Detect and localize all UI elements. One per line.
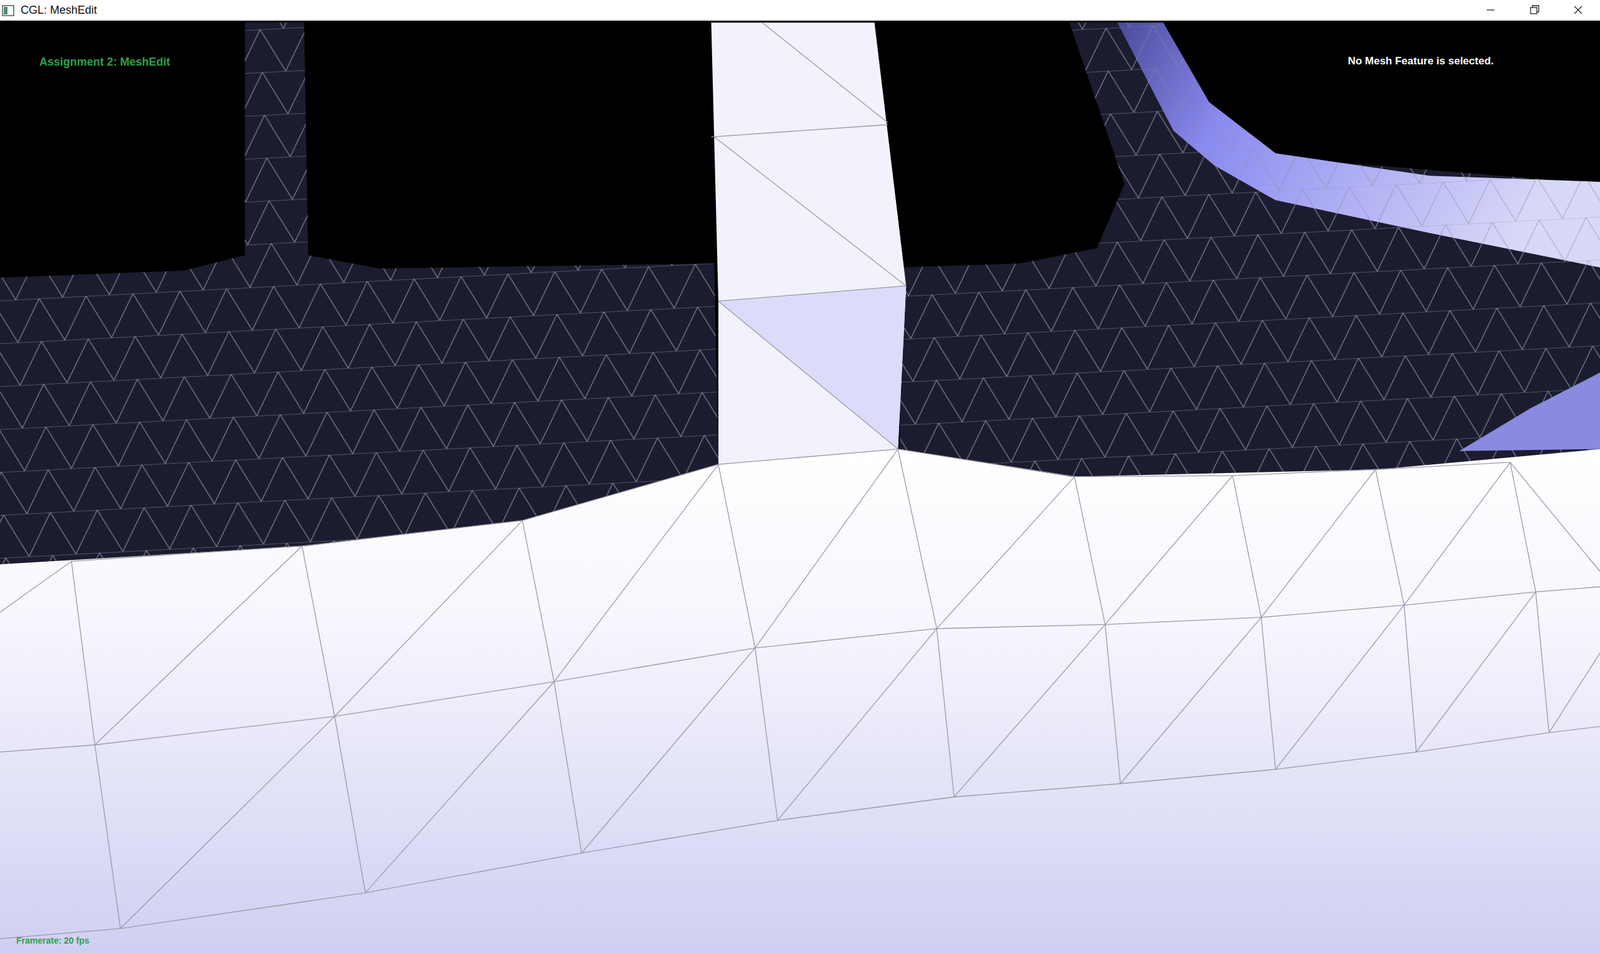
restore-icon[interactable]: [1512, 0, 1557, 21]
assignment-heading: Assignment 2: MeshEdit: [39, 55, 171, 69]
mesh-render: [0, 20, 1600, 953]
close-icon[interactable]: [1556, 0, 1600, 21]
mesh-viewport[interactable]: Assignment 2: MeshEdit No Mesh Feature i…: [0, 20, 1600, 953]
title-bar: CGL: MeshEdit: [0, 0, 1600, 21]
app-window: CGL: MeshEdit Assignment 2: MeshEdit No …: [0, 0, 1600, 953]
minimize-icon[interactable]: [1468, 0, 1513, 21]
app-icon: [1, 4, 15, 17]
selection-status: No Mesh Feature is selected.: [1348, 55, 1494, 68]
window-title: CGL: MeshEdit: [20, 3, 1463, 17]
framerate-label: Framerate: 20 fps: [16, 935, 90, 946]
